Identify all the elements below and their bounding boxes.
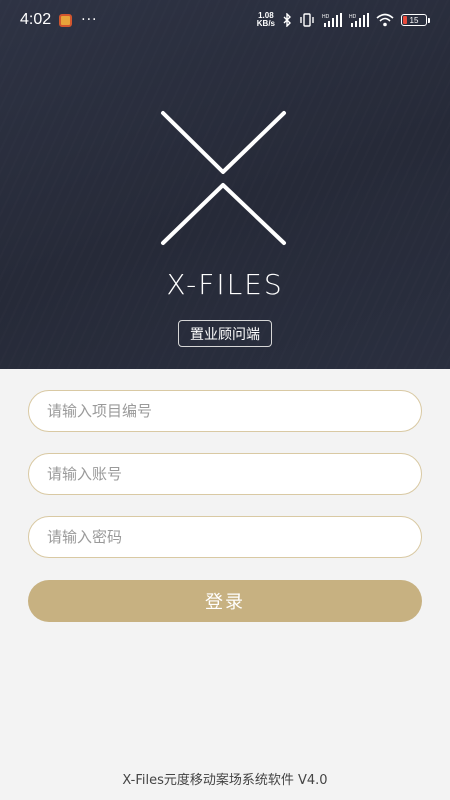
net-speed-unit: KB/s xyxy=(256,19,275,28)
vibrate-icon xyxy=(299,13,315,27)
role-badge: 置业顾问端 xyxy=(178,320,272,347)
battery-level: 15 xyxy=(409,15,419,25)
footer-version: X-Files元度移动案场系统软件 V4.0 xyxy=(122,773,328,788)
account-field[interactable] xyxy=(28,453,422,495)
more-notifications-icon: ··· xyxy=(81,12,98,28)
hd-signal-icon: HD xyxy=(349,13,369,27)
hd-signal-icon: HD xyxy=(322,13,342,27)
svg-text:HD: HD xyxy=(349,14,357,20)
bluetooth-icon xyxy=(282,13,292,27)
battery-icon: 15 xyxy=(401,14,430,26)
hero-banner: 4:02 ··· 1.08 KB/s HD HD 15 X-FILES 置业顾问… xyxy=(0,0,450,369)
project-code-input[interactable] xyxy=(47,402,403,420)
status-bar: 4:02 ··· 1.08 KB/s HD HD 15 xyxy=(0,0,450,40)
login-form: 登录 xyxy=(28,390,422,622)
account-input[interactable] xyxy=(47,465,403,483)
project-code-field[interactable] xyxy=(28,390,422,432)
app-notification-icon xyxy=(59,13,73,27)
status-time: 4:02 xyxy=(20,11,52,28)
brand-title: X-FILES xyxy=(166,268,284,301)
status-icons: 1.08 KB/s HD HD 15 xyxy=(257,12,430,28)
password-field[interactable] xyxy=(28,516,422,558)
svg-text:HD: HD xyxy=(322,14,330,20)
password-input[interactable] xyxy=(47,528,403,546)
login-button[interactable]: 登录 xyxy=(28,580,422,622)
net-speed: 1.08 KB/s xyxy=(257,12,275,28)
x-logo-icon xyxy=(161,111,286,245)
wifi-icon xyxy=(376,13,394,27)
